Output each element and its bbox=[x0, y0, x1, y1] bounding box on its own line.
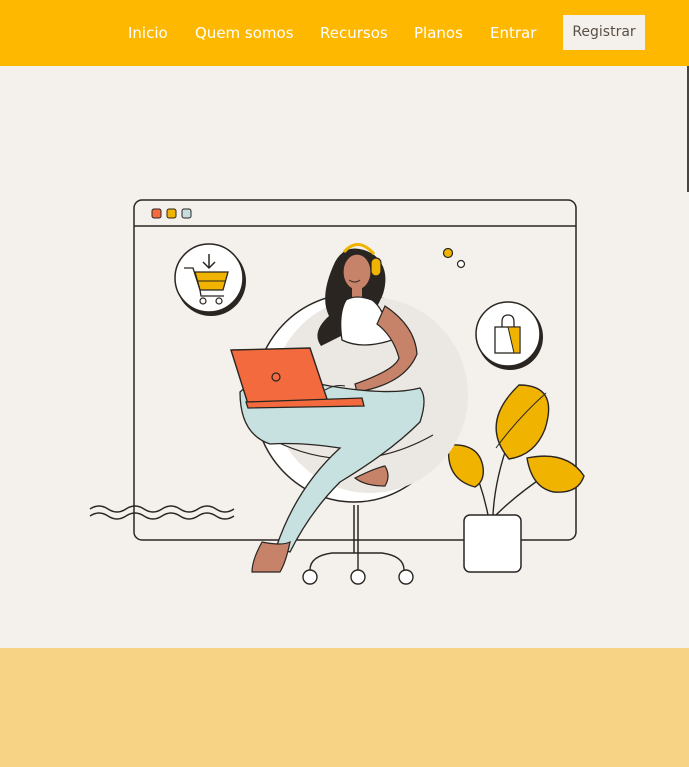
nav-link-planos[interactable]: Planos bbox=[414, 24, 463, 42]
next-section-band bbox=[0, 648, 689, 767]
shopping-bag-icon bbox=[475, 301, 543, 370]
nav-link-entrar[interactable]: Entrar bbox=[490, 24, 536, 42]
wave-decoration bbox=[89, 505, 235, 520]
dot-decoration bbox=[456, 259, 466, 269]
top-navbar: Inicio Quem somos Recursos Planos Entrar… bbox=[0, 0, 689, 66]
dot-decoration bbox=[442, 247, 454, 259]
register-button[interactable]: Registrar bbox=[563, 15, 645, 50]
plant-icon bbox=[447, 384, 585, 573]
download-cart-icon bbox=[174, 243, 246, 316]
nav-link-inicio[interactable]: Inicio bbox=[128, 24, 168, 42]
hero-illustration bbox=[89, 199, 585, 585]
nav-link-quem-somos[interactable]: Quem somos bbox=[195, 24, 294, 42]
nav-link-recursos[interactable]: Recursos bbox=[320, 24, 388, 42]
